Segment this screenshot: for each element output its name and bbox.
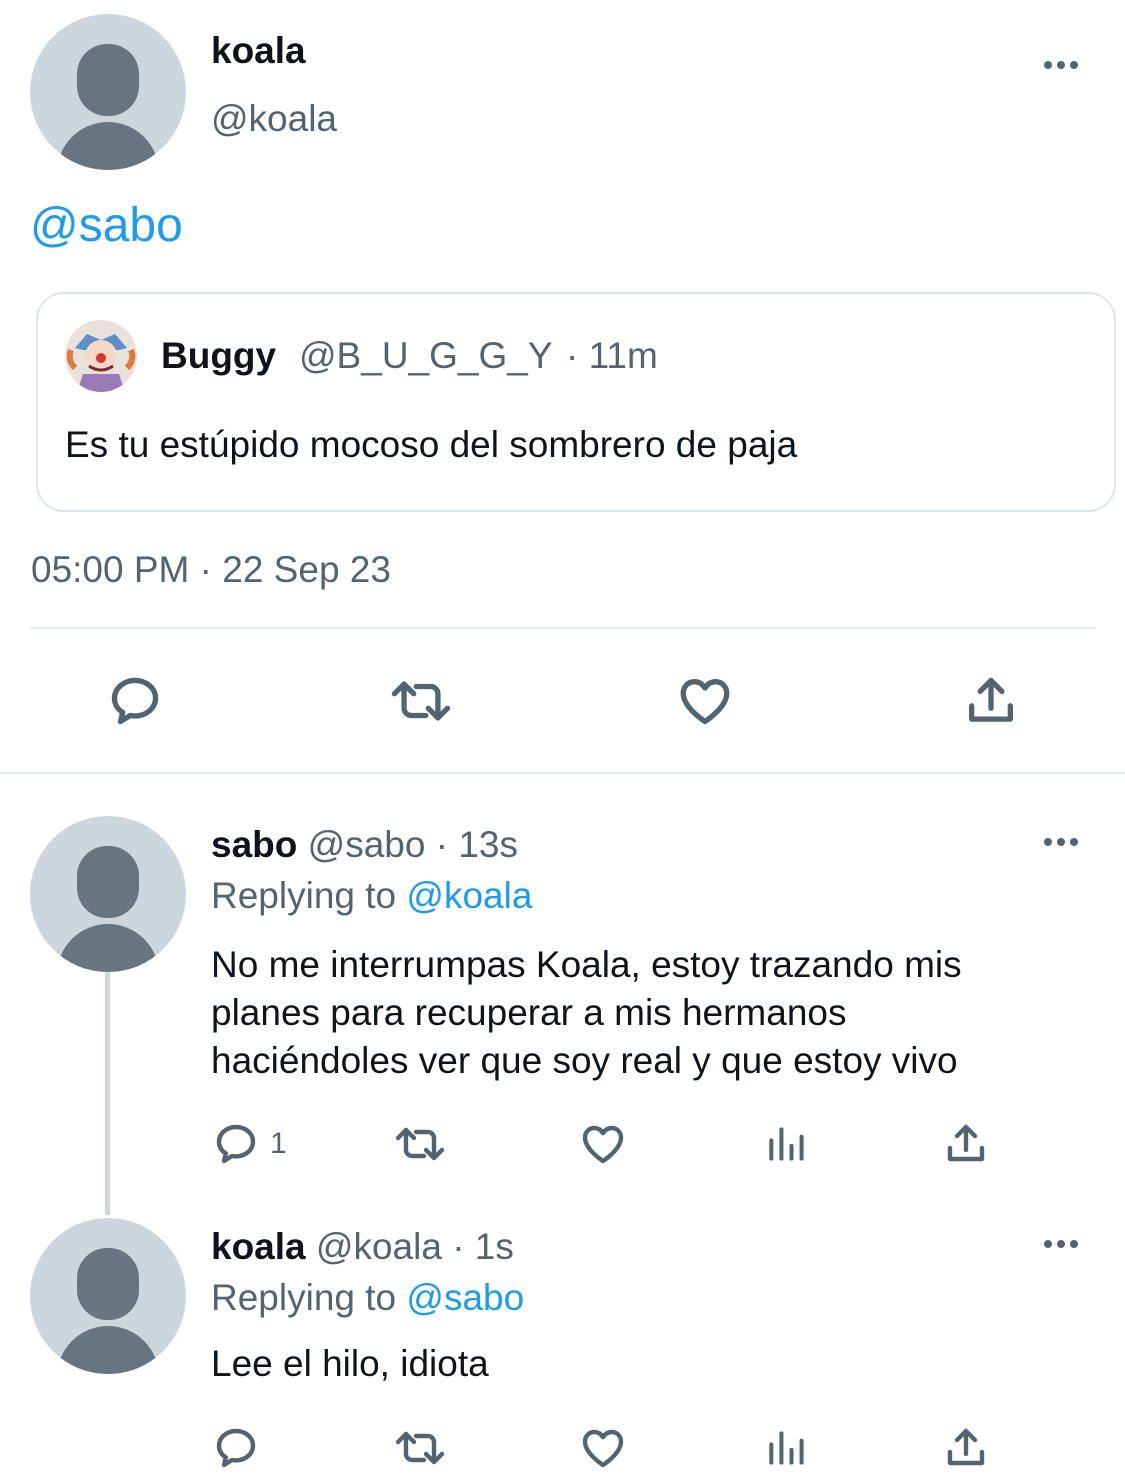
like-button[interactable] [676,672,734,730]
reply-icon [111,677,159,725]
replying-to-label: Replying to [211,875,397,916]
reply-text: Lee el hilo, idiota [211,1343,489,1384]
avatar[interactable] [30,14,186,170]
quoted-tweet[interactable]: Buggy @B_U_G_G_Y · 11m Es tu estúpido mo… [36,292,1116,512]
analytics-button[interactable] [764,1120,808,1168]
reply-count: 1 [270,1127,287,1160]
author-name[interactable]: koala [211,1226,306,1267]
replying-to-label: Replying to [211,1277,397,1318]
analytics-button[interactable] [764,1424,808,1472]
more-options-icon[interactable] [1044,1240,1078,1248]
more-options-icon[interactable] [1044,838,1078,846]
replying-to-handle[interactable]: @sabo [406,1277,524,1318]
heart-icon [582,1429,624,1468]
author-handle[interactable]: @sabo [308,824,426,865]
reply-text-line: planes para recuperar a mis hermanos [211,992,847,1033]
like-button[interactable] [578,1120,628,1168]
avatar[interactable] [30,1218,186,1374]
quoted-text: Es tu estúpido mocoso del sombrero de pa… [65,424,798,465]
author-handle[interactable]: @koala [211,98,337,140]
quoted-avatar [65,320,137,392]
reply-header: sabo @sabo · 13s [211,824,518,866]
share-button[interactable] [942,1424,990,1472]
avatar[interactable] [30,816,186,972]
retweet-button[interactable] [391,1120,449,1168]
retweet-icon [395,1431,445,1465]
more-options-icon[interactable] [1044,61,1078,69]
reply-time[interactable]: · 1s [452,1226,514,1267]
replying-to-handle[interactable]: @koala [406,875,532,916]
retweet-icon [391,681,451,721]
reply-button[interactable] [106,672,164,730]
author-name[interactable]: koala [211,30,306,72]
share-button[interactable] [962,672,1020,730]
reply-button[interactable] [212,1424,260,1472]
reply-header: koala @koala · 1s [211,1226,514,1268]
share-icon [947,1124,985,1162]
quoted-author-handle: @B_U_G_G_Y [299,335,553,376]
analytics-icon [769,1127,804,1161]
reply-button[interactable]: 1 [212,1120,287,1168]
retweet-icon [395,1127,445,1161]
tweet-text-mention[interactable]: @sabo [30,198,183,253]
analytics-icon [769,1431,804,1465]
section-divider [0,772,1125,774]
heart-icon [582,1125,624,1164]
reply-icon [216,1428,256,1468]
reply-text: No me interrumpas Koala, estoy trazando … [211,941,962,1085]
heart-icon [680,679,730,725]
reply-icon [216,1124,256,1164]
share-icon [947,1428,985,1466]
like-button[interactable] [578,1424,628,1472]
author-name[interactable]: sabo [211,824,297,865]
divider [30,627,1096,629]
reply-text-line: haciéndoles ver que soy real y que estoy… [211,1040,958,1081]
replying-to: Replying to @koala [211,875,532,917]
quoted-author-name: Buggy [161,335,277,376]
quoted-time: · 11m [566,335,658,376]
reply-text-line: No me interrumpas Koala, estoy trazando … [211,944,962,985]
retweet-button[interactable] [391,1424,449,1472]
tweet-timestamp[interactable]: 05:00 PM · 22 Sep 23 [31,549,391,591]
author-handle[interactable]: @koala [316,1226,442,1267]
share-icon [969,677,1013,722]
replying-to: Replying to @sabo [211,1277,524,1319]
reply-time[interactable]: · 13s [436,824,518,865]
thread-line [105,972,110,1215]
share-button[interactable] [942,1120,990,1168]
retweet-button[interactable] [386,672,456,730]
